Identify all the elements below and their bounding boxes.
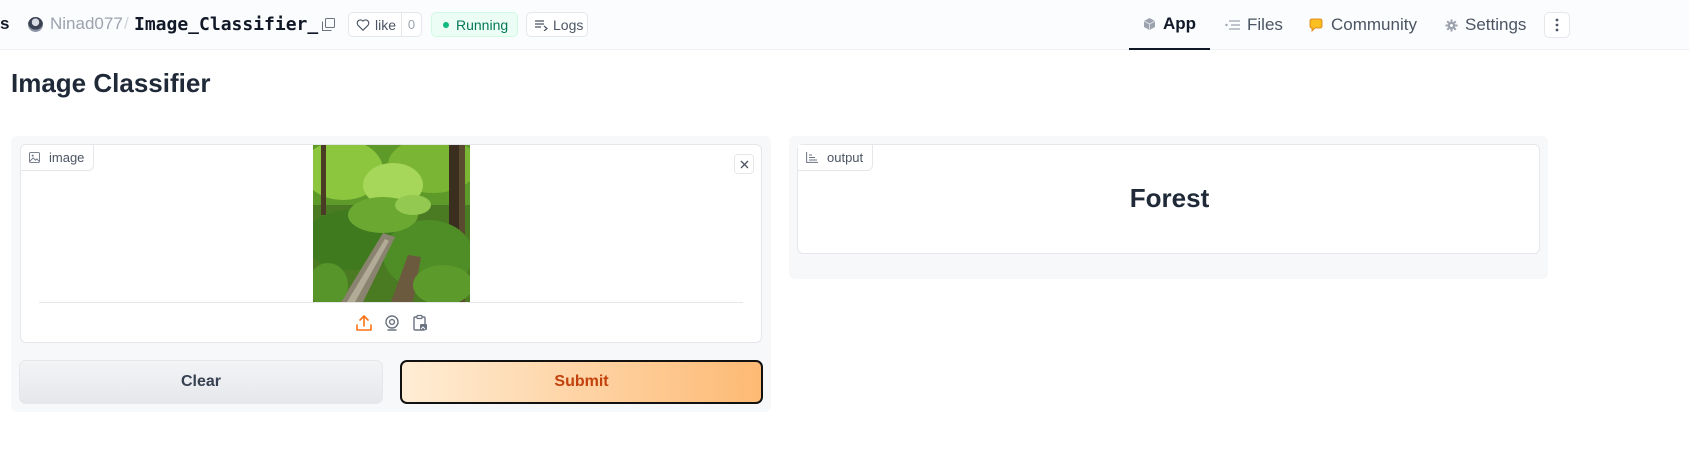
tab-community-label: Community: [1331, 15, 1417, 34]
status-dot-icon: [443, 21, 449, 28]
logs-label: Logs: [553, 16, 584, 33]
logs-icon: [535, 19, 548, 31]
uploaded-image: [313, 145, 470, 302]
breadcrumb-separator: /: [124, 14, 129, 33]
image-label-badge: image: [21, 145, 95, 171]
logs-button[interactable]: Logs: [526, 12, 588, 37]
tab-app[interactable]: App: [1129, 0, 1210, 50]
more-vertical-icon: [1555, 18, 1559, 32]
like-count: 0: [401, 13, 421, 36]
gear-icon: [1445, 18, 1458, 32]
source-divider: [39, 302, 743, 303]
submit-button[interactable]: Submit: [400, 360, 763, 404]
output-label-badge: output: [798, 145, 874, 171]
more-menu-button[interactable]: [1544, 12, 1570, 38]
tab-files[interactable]: Files: [1225, 0, 1283, 50]
label-chart-icon: [806, 152, 818, 163]
clipboard-icon[interactable]: [411, 314, 429, 332]
image-input[interactable]: image: [20, 144, 762, 343]
predicted-label: Forest: [1129, 183, 1210, 213]
tab-app-label: App: [1162, 14, 1197, 33]
files-icon: [1225, 20, 1240, 30]
copy-icon[interactable]: [322, 18, 335, 31]
clear-button[interactable]: Clear: [19, 360, 383, 404]
tab-community[interactable]: Community: [1308, 0, 1417, 50]
webcam-icon[interactable]: [383, 314, 401, 332]
owner-link[interactable]: Ninad077: [50, 14, 123, 34]
close-icon: [740, 160, 748, 168]
upload-icon[interactable]: [355, 314, 373, 332]
remove-image-button[interactable]: [734, 154, 754, 174]
page-title: Image Classifier: [11, 68, 211, 98]
heart-icon: [356, 18, 370, 31]
top-bar: s Ninad077 / Image_Classifier_ like 0 Ru…: [0, 0, 1689, 50]
tab-settings-label: Settings: [1465, 15, 1527, 34]
breadcrumb-prefix[interactable]: s: [0, 14, 9, 34]
output-label: output: [827, 150, 864, 165]
output-label-box: output Forest: [797, 144, 1540, 254]
tab-files-label: Files: [1247, 15, 1283, 34]
like-label: like: [375, 16, 397, 33]
repo-name[interactable]: Image_Classifier_: [134, 14, 318, 35]
like-button[interactable]: like 0: [348, 12, 422, 37]
image-icon: [29, 152, 40, 163]
status-label: Running: [456, 16, 509, 33]
image-label: image: [49, 150, 85, 165]
tab-settings[interactable]: Settings: [1445, 0, 1526, 50]
status-badge[interactable]: Running: [431, 12, 518, 37]
community-icon: [1309, 18, 1323, 32]
source-selector: [355, 314, 435, 334]
cube-icon: [1143, 18, 1156, 30]
owner-avatar[interactable]: [28, 17, 43, 32]
